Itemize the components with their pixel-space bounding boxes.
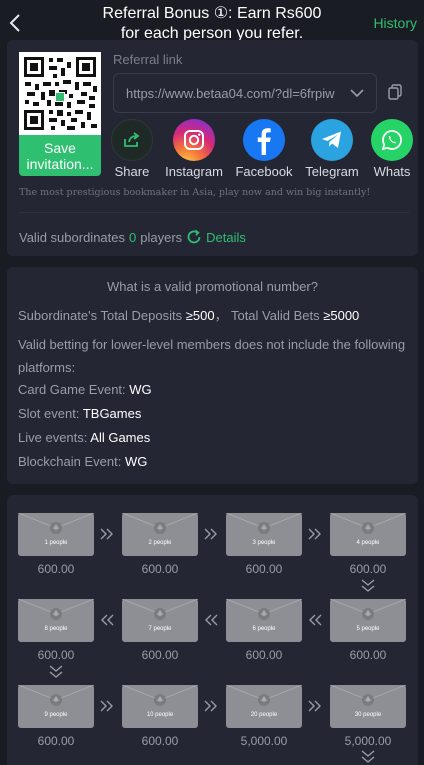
tagline: The most prestigious bookmaker in Asia, … [19,187,371,198]
valid-count: 0 [129,230,137,245]
instagram-option[interactable]: Instagram [164,119,224,179]
reward-envelope: 2 people [122,513,198,556]
refresh-icon[interactable] [186,229,202,245]
instagram-icon [173,119,215,161]
chevron-double-down-icon [361,750,375,763]
reward-amount: 5,000.00 [344,734,392,748]
chevron-double-right-icon [204,700,217,712]
promo-rules-card: What is a valid promotional number? Subo… [7,267,418,484]
chevron-double-right-icon [308,700,321,712]
divider [19,212,409,213]
reward-amount: 600.00 [245,562,283,576]
reward-amount: 600.00 [245,648,283,662]
reward-envelope: 7 people [122,599,198,642]
reward-amount: 600.00 [37,648,75,662]
history-link[interactable]: History [373,15,417,31]
referral-link-value: https://www.betaa04.com/?dl=6frpiw [126,86,335,101]
whatsapp-icon [371,119,413,161]
reward-envelope: 30 people [330,685,406,728]
details-link[interactable]: Details [206,230,246,245]
copy-icon[interactable] [388,84,402,100]
reward-envelope: 4 people [330,513,406,556]
reward-envelope: 3 people [226,513,302,556]
reward-envelope: 6 people [226,599,302,642]
reward-amount: 5,000.00 [240,734,288,748]
chevron-double-left-icon [309,614,322,626]
chevron-double-left-icon [205,614,218,626]
facebook-icon [243,119,285,161]
reward-envelope: 1 people [18,513,94,556]
chevron-double-right-icon [100,700,113,712]
share-option[interactable]: Share [102,119,162,179]
share-icon [111,119,153,161]
referral-link-label: Referral link [113,52,183,67]
promo-title: What is a valid promotional number? [107,279,318,294]
referral-link-select[interactable]: https://www.betaa04.com/?dl=6frpiw [113,73,377,113]
telegram-icon [311,119,353,161]
chevron-double-down-icon [49,665,63,678]
chevron-double-left-icon [101,614,114,626]
promo-note-line1: Valid betting for lower-level members do… [18,337,406,352]
reward-envelope: 20 people [226,685,302,728]
save-invitation-button[interactable]: Save invitation... [19,135,101,176]
reward-envelope: 10 people [122,685,198,728]
chevron-left-icon[interactable] [6,10,26,36]
chevron-down-icon [350,89,364,98]
promo-note-line2: platforms: [18,360,76,375]
reward-amount: 600.00 [141,648,179,662]
blockchain-row: Blockchain Event: WG [18,454,148,469]
slot-row: Slot event: TBGames [18,406,142,421]
reward-amount: 600.00 [349,562,387,576]
card-game-row: Card Game Event: WG [18,382,152,397]
valid-subordinates-row: Valid subordinates 0 players Details [19,229,246,245]
qr-code [19,52,101,135]
page-title: Referral Bonus ①: Earn Rs600 for each pe… [102,5,322,42]
reward-envelope: 8 people [18,599,94,642]
chevron-double-down-icon [361,579,375,592]
chevron-double-right-icon [308,528,321,540]
whatsapp-option[interactable]: Whats [362,119,422,179]
reward-amount: 600.00 [37,562,75,576]
rewards-card: 1 people 600.00 2 people 600.00 3 people… [7,495,418,765]
telegram-option[interactable]: Telegram [302,119,362,179]
chevron-double-right-icon [204,528,217,540]
reward-amount: 600.00 [37,734,75,748]
reward-amount: 600.00 [141,734,179,748]
facebook-option[interactable]: Facebook [234,119,294,179]
promo-requirements: Subordinate's Total Deposits ≥500， Total… [18,308,360,323]
reward-envelope: 9 people [18,685,94,728]
reward-amount: 600.00 [141,562,179,576]
reward-amount: 600.00 [349,648,387,662]
chevron-double-right-icon [100,528,113,540]
reward-envelope: 5 people [330,599,406,642]
invite-card: Save invitation... Referral link https:/… [7,40,418,256]
live-row: Live events: All Games [18,430,151,445]
